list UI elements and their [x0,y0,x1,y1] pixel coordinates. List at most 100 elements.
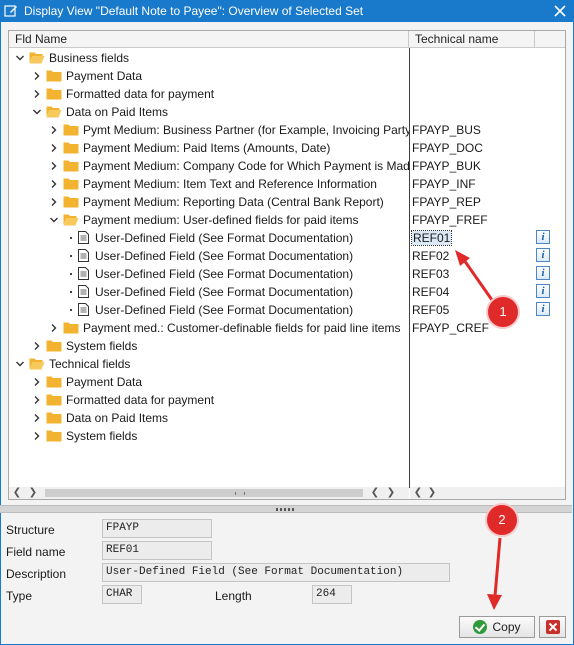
tree-node-row[interactable]: Pymt Medium: Business Partner (for Examp… [9,121,565,139]
tree-node-row[interactable]: Formatted data for payment [9,391,565,409]
chevron-right-icon[interactable] [32,427,42,445]
leaf-bullet-icon [66,301,76,319]
tree-node-row[interactable]: Payment med.: Customer-definable fields … [9,319,565,337]
chevron-right-icon[interactable] [32,409,42,427]
technical-name-cell[interactable]: FPAYP_REP [412,193,532,211]
tree-node-row[interactable]: Payment Medium: Company Code for Which P… [9,157,565,175]
tree-cell[interactable]: Payment Medium: Item Text and Reference … [9,175,409,193]
tree-cell[interactable]: Data on Paid Items [9,409,409,427]
folder-icon [63,142,79,154]
chevron-right-icon[interactable] [49,193,59,211]
technical-name-cell[interactable]: REF04 [412,283,532,301]
close-icon[interactable] [552,3,568,19]
chevron-down-icon[interactable] [49,211,59,229]
structure-field: FPAYP [102,519,212,538]
field-tree-table: Fld Name Technical name Business fields P… [8,30,566,500]
tree-cell[interactable]: User-Defined Field (See Format Documenta… [9,283,409,301]
tree-node-label: User-Defined Field (See Format Documenta… [95,249,354,263]
scroll-left-icon-2[interactable]: ❮ [412,487,424,499]
tree-cell[interactable]: User-Defined Field (See Format Documenta… [9,247,409,265]
chevron-down-icon[interactable] [15,49,25,67]
tree-cell[interactable]: Payment Data [9,67,409,85]
tree-node-row[interactable]: Data on Paid Items [9,103,565,121]
tree-cell[interactable]: Pymt Medium: Business Partner (for Examp… [9,121,409,139]
tree-cell[interactable]: Payment Medium: Reporting Data (Central … [9,193,409,211]
technical-name-cell[interactable]: REF01 [410,229,532,247]
cancel-button[interactable] [539,616,566,638]
technical-name-cell[interactable]: FPAYP_INF [412,175,532,193]
horizontal-scrollbar-left[interactable]: ❮ ❯ ❮ ❯ [9,487,409,499]
tree-cell[interactable]: System fields [9,427,409,445]
chevron-right-icon[interactable] [32,337,42,355]
chevron-right-icon[interactable] [49,319,59,337]
chevron-right-icon[interactable] [49,121,59,139]
type-label: Type [6,589,33,603]
tree-field-row[interactable]: User-Defined Field (See Format Documenta… [9,247,565,265]
tree-field-row[interactable]: User-Defined Field (See Format Documenta… [9,229,565,247]
tree-cell[interactable]: Payment Data [9,373,409,391]
info-icon[interactable]: i [536,266,550,280]
chevron-right-icon[interactable] [32,85,42,103]
tree-node-row[interactable]: Payment medium: User-defined fields for … [9,211,565,229]
tree-node-row[interactable]: Payment Medium: Reporting Data (Central … [9,193,565,211]
tree-cell[interactable]: Data on Paid Items [9,103,409,121]
tree-cell[interactable]: Formatted data for payment [9,85,409,103]
tree-node-row[interactable]: Payment Data [9,67,565,85]
tree-node-row[interactable]: Technical fields [9,355,565,373]
scroll-right-icon-2[interactable]: ❯ [426,487,438,499]
technical-name-cell[interactable]: FPAYP_DOC [412,139,532,157]
scroll-right-end-icon[interactable]: ❯ [385,487,397,499]
chevron-down-icon[interactable] [15,355,25,373]
tree-field-row[interactable]: User-Defined Field (See Format Documenta… [9,301,565,319]
scroll-right-icon[interactable]: ❯ [27,487,39,499]
scrollbar-thumb[interactable] [45,489,363,497]
tree-field-row[interactable]: User-Defined Field (See Format Documenta… [9,283,565,301]
tree-node-row[interactable]: Formatted data for payment [9,85,565,103]
chevron-right-icon[interactable] [32,67,42,85]
scroll-left-icon[interactable]: ❮ [11,487,23,499]
technical-name-cell[interactable]: FPAYP_FREF [412,211,532,229]
tree-node-row[interactable]: Business fields [9,49,565,67]
tree-node-label: Technical fields [49,357,131,371]
tree-node-row[interactable]: Data on Paid Items [9,409,565,427]
pane-splitter[interactable] [0,505,572,513]
tree-cell[interactable]: Technical fields [9,355,409,373]
tree-cell[interactable]: User-Defined Field (See Format Documenta… [9,265,409,283]
column-header-fld-name[interactable]: Fld Name [9,31,409,48]
scroll-left-end-icon[interactable]: ❮ [369,487,381,499]
tree-cell[interactable]: Payment Medium: Paid Items (Amounts, Dat… [9,139,409,157]
copy-button[interactable]: Copy [459,616,535,638]
chevron-right-icon[interactable] [49,139,59,157]
info-icon[interactable]: i [536,230,550,244]
info-icon[interactable]: i [536,284,550,298]
tree-cell[interactable]: Business fields [9,49,409,67]
tree-node-row[interactable]: Payment Medium: Item Text and Reference … [9,175,565,193]
tree-cell[interactable]: User-Defined Field (See Format Documenta… [9,301,409,319]
length-field: 264 [312,585,352,604]
tree-field-row[interactable]: User-Defined Field (See Format Documenta… [9,265,565,283]
technical-name-cell[interactable]: REF03 [412,265,532,283]
chevron-down-icon[interactable] [32,103,42,121]
tree-node-row[interactable]: System fields [9,427,565,445]
tree-node-row[interactable]: System fields [9,337,565,355]
tree-cell[interactable]: Payment med.: Customer-definable fields … [9,319,409,337]
chevron-right-icon[interactable] [32,391,42,409]
chevron-right-icon[interactable] [32,373,42,391]
info-icon[interactable]: i [536,248,550,262]
column-header-technical-name[interactable]: Technical name [409,31,535,48]
info-icon[interactable]: i [536,302,550,316]
tree-cell[interactable]: Payment Medium: Company Code for Which P… [9,157,409,175]
chevron-right-icon[interactable] [49,175,59,193]
checkmark-icon [473,620,488,634]
technical-name-cell[interactable]: FPAYP_BUK [412,157,532,175]
tree-node-row[interactable]: Payment Data [9,373,565,391]
chevron-right-icon[interactable] [49,157,59,175]
technical-name-cell[interactable]: FPAYP_BUS [412,121,532,139]
tree-node-row[interactable]: Payment Medium: Paid Items (Amounts, Dat… [9,139,565,157]
technical-name-cell[interactable]: REF02 [412,247,532,265]
tree-cell[interactable]: Payment medium: User-defined fields for … [9,211,409,229]
tree-cell[interactable]: System fields [9,337,409,355]
tree-cell[interactable]: Formatted data for payment [9,391,409,409]
tree-cell[interactable]: User-Defined Field (See Format Documenta… [9,229,409,247]
horizontal-scrollbar-right[interactable]: ❮ ❯ [410,487,565,499]
